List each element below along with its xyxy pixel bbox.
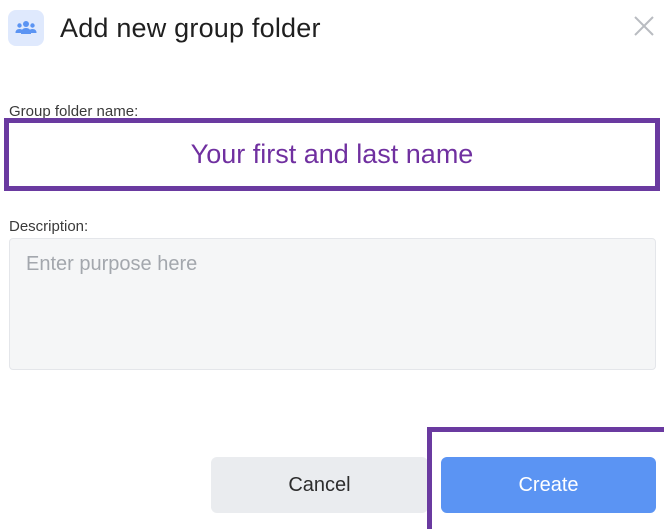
- create-button[interactable]: Create: [441, 457, 656, 513]
- close-icon[interactable]: [630, 12, 658, 40]
- description-textarea[interactable]: [9, 238, 656, 370]
- group-folder-name-input[interactable]: [9, 123, 655, 186]
- description-label: Description:: [9, 218, 89, 235]
- users-group-icon: [8, 10, 44, 46]
- dialog-header: Add new group folder: [8, 8, 321, 48]
- group-folder-name-field-highlight: [4, 118, 660, 191]
- dialog-title: Add new group folder: [60, 12, 321, 43]
- cancel-button[interactable]: Cancel: [211, 457, 428, 513]
